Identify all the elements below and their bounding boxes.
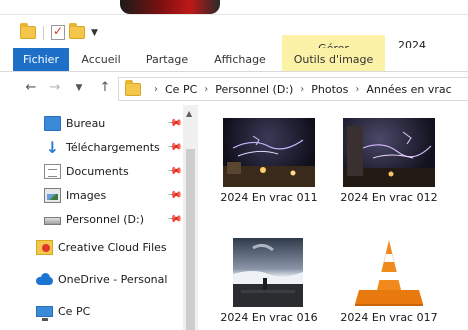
file-item[interactable]: 2024 En vrac 012 — [340, 118, 438, 208]
file-item[interactable]: 2024 En vrac 017 — [340, 238, 438, 328]
pin-icon: 📌 — [165, 162, 183, 180]
sidebar-item-documents[interactable]: Documents 📌 — [0, 160, 183, 182]
chevron-right-icon[interactable]: › — [355, 84, 359, 95]
sidebar-item-label: Creative Cloud Files — [58, 240, 167, 254]
download-icon: ↓ — [45, 137, 60, 157]
chevron-right-icon[interactable]: › — [154, 84, 158, 95]
desktop-wallpaper-fragment — [120, 0, 220, 14]
recent-locations-chevron-icon[interactable]: ▼ — [70, 79, 88, 97]
sidebar-item-label: Documents — [66, 164, 129, 178]
onedrive-icon — [36, 272, 53, 287]
file-name: 2024 En vrac 011 — [220, 191, 318, 204]
toolbar-separator — [43, 25, 44, 40]
sidebar-item-label: OneDrive - Personal — [58, 272, 168, 286]
documents-icon — [44, 163, 61, 179]
nav-pane-scrollbar[interactable]: ▲ — [183, 105, 198, 330]
sidebar-item-onedrive[interactable]: OneDrive - Personal — [0, 268, 182, 290]
sidebar-item-personnel-d[interactable]: Personnel (D:) 📌 — [0, 208, 183, 230]
tab-accueil[interactable]: Accueil — [70, 48, 132, 71]
address-folder-icon — [125, 79, 141, 96]
new-folder-icon[interactable] — [69, 23, 85, 39]
ribbon-tabs: Fichier Accueil Partage Affichage Outils… — [0, 48, 468, 72]
sidebar-item-label: Bureau — [66, 116, 106, 130]
desktop-icon — [44, 115, 61, 131]
scrollbar-thumb[interactable] — [186, 149, 195, 330]
chevron-right-icon[interactable]: › — [300, 84, 304, 95]
navigation-pane: Bureau 📌 ↓ Téléchargements 📌 Documents 📌… — [0, 105, 198, 330]
chevron-right-icon[interactable]: › — [204, 84, 208, 95]
pin-icon: 📌 — [165, 186, 183, 204]
pin-icon: 📌 — [165, 210, 183, 228]
quick-access-toolbar: ▼ — [20, 23, 98, 40]
sidebar-item-telechargements[interactable]: ↓ Téléchargements 📌 — [0, 136, 183, 158]
file-name: 2024 En vrac 012 — [340, 191, 438, 204]
title-bar: ▼ Gérer 2024 — [0, 14, 468, 63]
sidebar-item-label: Personnel (D:) — [66, 212, 145, 226]
image-thumbnail — [233, 238, 303, 307]
customize-dropdown-icon[interactable]: ▼ — [91, 28, 98, 38]
pin-icon: 📌 — [165, 138, 183, 156]
file-name: 2024 En vrac 017 — [340, 311, 438, 324]
address-bar[interactable]: › Ce PC › Personnel (D:) › Photos › Anné… — [118, 77, 468, 101]
tab-outils-image[interactable]: Outils d'image — [282, 48, 385, 71]
sidebar-item-images[interactable]: Images 📌 — [0, 184, 183, 206]
breadcrumb-annees-en-vrac[interactable]: Années en vrac — [366, 83, 451, 96]
tab-partage[interactable]: Partage — [134, 48, 200, 71]
pictures-icon — [44, 187, 61, 203]
scroll-up-arrow-icon[interactable]: ▲ — [186, 109, 192, 118]
file-name: 2024 En vrac 016 — [220, 311, 318, 324]
breadcrumb-photos[interactable]: Photos — [311, 83, 348, 96]
image-thumbnail — [223, 118, 315, 187]
sidebar-item-label: Images — [66, 188, 107, 202]
sidebar-item-label: Téléchargements — [66, 140, 160, 154]
tab-affichage[interactable]: Affichage — [203, 48, 277, 71]
folder-icon — [20, 23, 36, 39]
file-item[interactable]: 2024 En vrac 011 — [220, 118, 318, 208]
file-item[interactable]: 2024 En vrac 016 — [220, 238, 318, 328]
sidebar-item-creative-cloud[interactable]: Creative Cloud Files — [0, 236, 182, 258]
up-arrow-icon[interactable]: ↑ — [96, 79, 114, 97]
sidebar-item-ce-pc[interactable]: Ce PC — [0, 300, 182, 322]
this-pc-icon — [36, 305, 53, 321]
sidebar-item-bureau[interactable]: Bureau 📌 — [0, 112, 183, 134]
tab-fichier[interactable]: Fichier — [13, 48, 69, 71]
creative-cloud-icon — [36, 239, 53, 255]
breadcrumb-ce-pc[interactable]: Ce PC — [165, 83, 197, 96]
desktop-background — [0, 0, 468, 14]
pin-icon: 📌 — [165, 114, 183, 132]
back-arrow-icon[interactable]: ← — [22, 79, 40, 97]
sidebar-item-label: Ce PC — [58, 304, 91, 318]
breadcrumb-personnel[interactable]: Personnel (D:) — [215, 83, 293, 96]
forward-arrow-icon[interactable]: → — [46, 79, 64, 97]
image-thumbnail — [343, 118, 435, 187]
file-view: 2024 En vrac 011 2024 En vrac 012 2024 E… — [198, 105, 468, 330]
address-row: ← → ▼ ↑ › Ce PC › Personnel (D:) › Photo… — [0, 73, 468, 105]
properties-icon[interactable] — [51, 24, 65, 40]
drive-icon — [44, 217, 61, 225]
vlc-cone-icon — [343, 238, 435, 307]
